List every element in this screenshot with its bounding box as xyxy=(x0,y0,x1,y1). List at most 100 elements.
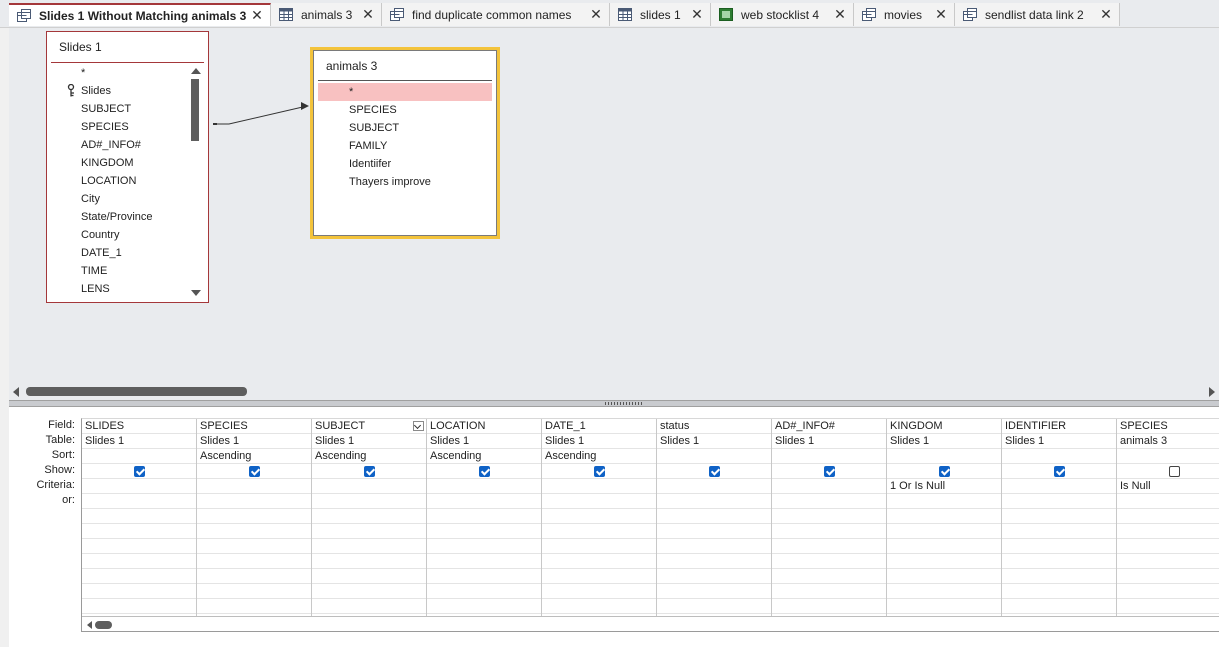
grid-cell-empty[interactable] xyxy=(772,584,886,599)
show-checkbox[interactable] xyxy=(1054,466,1065,477)
grid-cell-or[interactable] xyxy=(772,494,886,509)
field-item[interactable]: Country xyxy=(81,226,153,244)
grid-cell-empty[interactable] xyxy=(657,554,771,569)
grid-column[interactable]: SPECIES animals 3 Is Null xyxy=(1117,419,1219,616)
grid-cell-show[interactable] xyxy=(887,464,1001,479)
close-icon[interactable]: ✕ xyxy=(690,6,704,23)
grid-cell-empty[interactable] xyxy=(82,569,196,584)
grid-cell-empty[interactable] xyxy=(82,554,196,569)
grid-cell-or[interactable] xyxy=(657,494,771,509)
grid-column[interactable]: IDENTIFIER Slides 1 xyxy=(1002,419,1117,616)
grid-cell-table[interactable]: animals 3 xyxy=(1117,434,1219,449)
grid-cell-criteria[interactable] xyxy=(197,479,311,494)
grid-cell-empty[interactable] xyxy=(542,554,656,569)
field-item[interactable]: DATE_1 xyxy=(81,244,153,262)
scroll-up-icon[interactable] xyxy=(191,68,201,74)
grid-cell-empty[interactable] xyxy=(542,509,656,524)
grid-cell-empty[interactable] xyxy=(1002,524,1116,539)
grid-cell-show[interactable] xyxy=(542,464,656,479)
grid-cell-field[interactable]: KINGDOM xyxy=(887,419,1001,434)
grid-cell-empty[interactable] xyxy=(887,509,1001,524)
grid-cell-empty[interactable] xyxy=(312,569,426,584)
scroll-thumb[interactable] xyxy=(191,79,199,141)
scroll-thumb[interactable] xyxy=(95,621,112,629)
tab-slides-1[interactable]: slides 1 ✕ xyxy=(610,3,711,26)
grid-cell-empty[interactable] xyxy=(772,509,886,524)
grid-cell-field[interactable]: AD#_INFO# xyxy=(772,419,886,434)
grid-column[interactable]: SUBJECT Slides 1 Ascending xyxy=(312,419,427,616)
grid-cell-empty[interactable] xyxy=(1117,524,1219,539)
grid-cell-empty[interactable] xyxy=(772,539,886,554)
grid-cell-empty[interactable] xyxy=(197,599,311,614)
grid-cell-empty[interactable] xyxy=(197,554,311,569)
grid-cell-criteria[interactable]: 1 Or Is Null xyxy=(887,479,1001,494)
field-item[interactable]: * xyxy=(81,64,153,82)
grid-cell-field[interactable]: DATE_1 xyxy=(542,419,656,434)
grid-cell-empty[interactable] xyxy=(657,584,771,599)
grid-cell-empty[interactable] xyxy=(312,554,426,569)
scroll-right-icon[interactable] xyxy=(1209,387,1215,397)
grid-cell-criteria[interactable] xyxy=(772,479,886,494)
grid-cell-empty[interactable] xyxy=(772,554,886,569)
field-item[interactable]: Identiifer xyxy=(318,155,492,173)
grid-cell-empty[interactable] xyxy=(1002,554,1116,569)
grid-cell-show[interactable] xyxy=(657,464,771,479)
grid-cell-show[interactable] xyxy=(1117,464,1219,479)
grid-cell-empty[interactable] xyxy=(772,569,886,584)
grid-cell-field[interactable]: SLIDES xyxy=(82,419,196,434)
grid-cell-sort[interactable] xyxy=(1002,449,1116,464)
grid-cell-empty[interactable] xyxy=(427,539,541,554)
grid-cell-empty[interactable] xyxy=(542,569,656,584)
grid-cell-table[interactable]: Slides 1 xyxy=(887,434,1001,449)
field-list-title[interactable]: Slides 1 xyxy=(59,40,102,54)
grid-cell-empty[interactable] xyxy=(1117,569,1219,584)
grid-cell-field[interactable]: SUBJECT xyxy=(312,419,426,434)
scroll-down-icon[interactable] xyxy=(191,290,201,296)
grid-cell-sort[interactable] xyxy=(657,449,771,464)
grid-cell-empty[interactable] xyxy=(1002,569,1116,584)
field-item[interactable]: TIME xyxy=(81,262,153,280)
show-checkbox[interactable] xyxy=(939,466,950,477)
grid-cell-empty[interactable] xyxy=(312,539,426,554)
field-item[interactable]: LOCATION xyxy=(81,172,153,190)
grid-cell-empty[interactable] xyxy=(1117,539,1219,554)
close-icon[interactable]: ✕ xyxy=(833,6,847,23)
grid-cell-empty[interactable] xyxy=(657,524,771,539)
close-icon[interactable]: ✕ xyxy=(250,7,264,24)
grid-cell-empty[interactable] xyxy=(542,524,656,539)
tab-slides-1-without-matching-animals-3[interactable]: Slides 1 Without Matching animals 3 ✕ xyxy=(9,3,271,26)
grid-cell-table[interactable]: Slides 1 xyxy=(82,434,196,449)
grid-column[interactable]: SPECIES Slides 1 Ascending xyxy=(197,419,312,616)
grid-cell-empty[interactable] xyxy=(887,554,1001,569)
tab-movies[interactable]: movies ✕ xyxy=(854,3,955,26)
grid-cell-field[interactable]: LOCATION xyxy=(427,419,541,434)
grid-cell-or[interactable] xyxy=(312,494,426,509)
field-item[interactable]: * xyxy=(318,83,492,101)
pane-splitter[interactable] xyxy=(9,400,1219,407)
grid-column[interactable]: AD#_INFO# Slides 1 xyxy=(772,419,887,616)
show-checkbox[interactable] xyxy=(709,466,720,477)
grid-cell-empty[interactable] xyxy=(197,584,311,599)
scroll-left-icon[interactable] xyxy=(87,621,92,629)
grid-cell-sort[interactable]: Ascending xyxy=(197,449,311,464)
grid-cell-field[interactable]: SPECIES xyxy=(1117,419,1219,434)
grid-cell-empty[interactable] xyxy=(197,509,311,524)
field-item[interactable]: Slides xyxy=(67,82,153,100)
show-checkbox[interactable] xyxy=(134,466,145,477)
grid-cell-criteria[interactable] xyxy=(82,479,196,494)
tab-find-duplicate-common-names[interactable]: find duplicate common names ✕ xyxy=(382,3,610,26)
grid-cell-sort[interactable]: Ascending xyxy=(427,449,541,464)
grid-column[interactable]: KINGDOM Slides 1 1 Or Is Null xyxy=(887,419,1002,616)
field-list-title[interactable]: animals 3 xyxy=(326,59,377,73)
grid-cell-empty[interactable] xyxy=(887,584,1001,599)
grid-cell-table[interactable]: Slides 1 xyxy=(197,434,311,449)
grid-cell-field[interactable]: status xyxy=(657,419,771,434)
grid-cell-empty[interactable] xyxy=(887,524,1001,539)
query-design-surface[interactable]: Slides 1 * Slides SUBJECT SPECIES AD#_INFO# K… xyxy=(9,28,1219,383)
chevron-down-icon[interactable] xyxy=(413,421,424,431)
grid-cell-empty[interactable] xyxy=(887,599,1001,614)
field-item[interactable]: SPECIES xyxy=(318,101,492,119)
field-item[interactable]: City xyxy=(81,190,153,208)
grid-cell-empty[interactable] xyxy=(887,569,1001,584)
grid-cell-empty[interactable] xyxy=(657,509,771,524)
